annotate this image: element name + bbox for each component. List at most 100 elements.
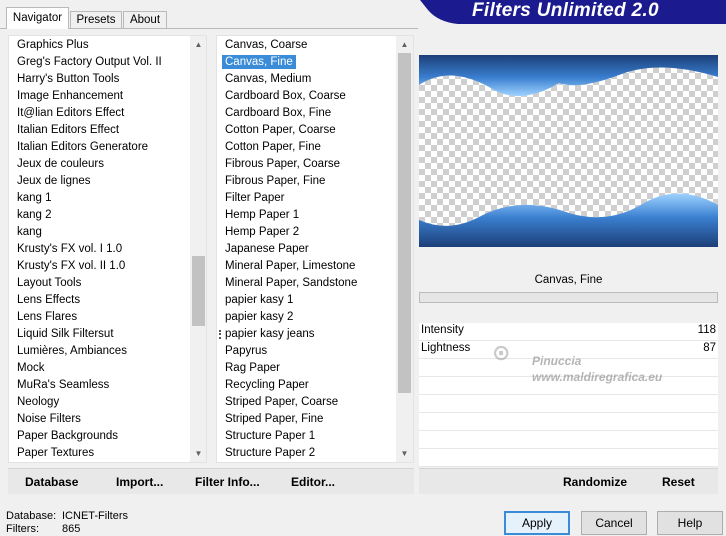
category-item-label: Italian Editors Effect — [17, 124, 120, 136]
category-scroll-thumb[interactable] — [192, 256, 205, 326]
filter-list-item[interactable]: papier kasy 2 — [217, 309, 293, 326]
category-list-item[interactable]: Mock — [9, 360, 44, 377]
filter-list-item[interactable]: Fibrous Paper, Coarse — [217, 156, 340, 173]
category-list-item[interactable]: Greg's Factory Output Vol. II — [9, 54, 162, 71]
category-list-item[interactable]: Harry's Button Tools — [9, 71, 119, 88]
filter-list-item[interactable]: Hemp Paper 1 — [217, 207, 299, 224]
database-button[interactable]: Database — [25, 475, 78, 489]
filter-list-item[interactable]: Cardboard Box, Fine — [217, 105, 331, 122]
category-list-item[interactable]: kang 1 — [9, 190, 52, 207]
scroll-down-icon[interactable]: ▼ — [396, 445, 413, 462]
status-database-label: Database: — [6, 510, 57, 522]
status-filters-value: 865 — [62, 523, 81, 535]
cancel-button[interactable]: Cancel — [581, 511, 647, 535]
randomize-button[interactable]: Randomize — [563, 475, 627, 489]
tab-presets[interactable]: Presets — [70, 11, 122, 29]
filter-item-label: Fibrous Paper, Coarse — [225, 158, 341, 170]
filter-list-item[interactable]: Striped Paper, Coarse — [217, 394, 338, 411]
category-list-item[interactable]: Jeux de lignes — [9, 173, 91, 190]
filter-list-item[interactable]: Recycling Paper — [217, 377, 309, 394]
category-item-label: MuRa's Seamless — [17, 379, 110, 391]
filter-list-item[interactable]: Rag Paper — [217, 360, 280, 377]
category-list-item[interactable]: MuRa's Seamless — [9, 377, 109, 394]
category-list-item[interactable]: Krusty's FX vol. I 1.0 — [9, 241, 122, 258]
param-label: Intensity — [421, 324, 464, 336]
apply-button[interactable]: Apply — [504, 511, 570, 535]
category-list[interactable]: Graphics Plus Greg's Factory Output Vol. … — [8, 35, 207, 463]
filter-item-label: Mineral Paper, Sandstone — [225, 277, 358, 289]
status-database-value: ICNET-Filters — [62, 510, 128, 522]
category-item-label: Image Enhancement — [17, 90, 124, 102]
category-item-label: Lens Flares — [17, 311, 78, 323]
category-list-item[interactable]: Noise Filters — [9, 411, 81, 428]
editor-button[interactable]: Editor... — [291, 475, 335, 489]
filter-item-label: Canvas, Medium — [225, 73, 312, 85]
scroll-up-icon[interactable]: ▲ — [396, 36, 413, 53]
filter-list-item[interactable]: Mineral Paper, Sandstone — [217, 275, 357, 292]
category-list-item[interactable]: Image Enhancement — [9, 88, 123, 105]
category-list-item[interactable]: Lumières, Ambiances — [9, 343, 127, 360]
scroll-down-icon[interactable]: ▼ — [190, 445, 206, 462]
filter-list-item[interactable]: Canvas, Fine — [217, 54, 296, 71]
category-item-label: kang — [17, 226, 42, 238]
filter-list-item[interactable]: Fibrous Paper, Fine — [217, 173, 325, 190]
category-item-label: Mock — [17, 362, 45, 374]
category-list-item[interactable]: Paper Backgrounds — [9, 428, 118, 445]
param-row-intensity[interactable]: Intensity 118 — [419, 323, 718, 341]
category-scrollbar[interactable]: ▲ ▼ — [190, 36, 206, 462]
filter-list-item[interactable]: Striped Paper, Fine — [217, 411, 323, 428]
category-item-label: Jeux de lignes — [17, 175, 91, 187]
scroll-up-icon[interactable]: ▲ — [190, 36, 206, 53]
filter-list-item[interactable]: Structure Paper 1 — [217, 428, 315, 445]
filter-item-label: Cardboard Box, Coarse — [225, 90, 346, 102]
tab-about[interactable]: About — [123, 11, 167, 29]
category-list-item[interactable]: kang 2 — [9, 207, 52, 224]
category-item-label: Layout Tools — [17, 277, 82, 289]
category-list-item[interactable]: Graphics Plus — [9, 37, 89, 54]
filter-list-item[interactable]: Canvas, Coarse — [217, 37, 307, 54]
category-list-item[interactable]: Krusty's FX vol. II 1.0 — [9, 258, 125, 275]
filter-item-label: Recycling Paper — [225, 379, 309, 391]
filter-item-label: Structure Paper 1 — [225, 430, 316, 442]
preview-effect-shape — [419, 55, 718, 247]
filter-list-item[interactable]: Filter Paper — [217, 190, 284, 207]
param-label: Lightness — [421, 342, 471, 354]
filter-item-label: papier kasy 1 — [225, 294, 294, 306]
category-list-item[interactable]: Liquid Silk Filtersut — [9, 326, 114, 343]
import-button[interactable]: Import... — [116, 475, 163, 489]
category-list-item[interactable]: Italian Editors Generatore — [9, 139, 148, 156]
filter-list-item[interactable]: papier kasy jeans — [217, 326, 315, 343]
category-list-item[interactable]: Neology — [9, 394, 59, 411]
filter-scrollbar[interactable]: ▲ ▼ — [396, 36, 413, 462]
param-row-empty — [419, 449, 718, 467]
filter-list-item[interactable]: Canvas, Medium — [217, 71, 311, 88]
category-list-item[interactable]: kang — [9, 224, 42, 241]
filter-list-item[interactable]: Cotton Paper, Coarse — [217, 122, 336, 139]
filter-list-item[interactable]: Hemp Paper 2 — [217, 224, 299, 241]
filter-scroll-thumb[interactable] — [398, 53, 411, 393]
filter-item-label: Mineral Paper, Limestone — [225, 260, 356, 272]
filter-list-item[interactable]: Mineral Paper, Limestone — [217, 258, 355, 275]
category-item-label: Italian Editors Generatore — [17, 141, 149, 153]
category-list-item[interactable]: Lens Effects — [9, 292, 80, 309]
filter-item-label: Papyrus — [225, 345, 268, 357]
category-list-item[interactable]: Lens Flares — [9, 309, 77, 326]
filter-item-label: Cardboard Box, Fine — [225, 107, 332, 119]
filter-list-item[interactable]: Cotton Paper, Fine — [217, 139, 321, 156]
filter-list-item[interactable]: papier kasy 1 — [217, 292, 293, 309]
reset-button[interactable]: Reset — [662, 475, 695, 489]
help-button[interactable]: Help — [657, 511, 723, 535]
filter-list[interactable]: Canvas, Coarse Canvas, Fine Canvas, Medium… — [216, 35, 414, 463]
category-list-item[interactable]: Paper Textures — [9, 445, 94, 462]
category-list-item[interactable]: Jeux de couleurs — [9, 156, 104, 173]
filter-list-item[interactable]: Structure Paper 2 — [217, 445, 315, 462]
filter-list-item[interactable]: Japanese Paper — [217, 241, 309, 258]
filter-info-button[interactable]: Filter Info... — [195, 475, 260, 489]
filter-list-item[interactable]: Papyrus — [217, 343, 267, 360]
category-list-item[interactable]: Layout Tools — [9, 275, 81, 292]
filter-list-item[interactable]: Cardboard Box, Coarse — [217, 88, 346, 105]
category-list-item[interactable]: Italian Editors Effect — [9, 122, 119, 139]
filter-item-label: Filter Paper — [225, 192, 285, 204]
tab-navigator[interactable]: Navigator — [6, 7, 69, 29]
category-list-item[interactable]: It@lian Editors Effect — [9, 105, 124, 122]
